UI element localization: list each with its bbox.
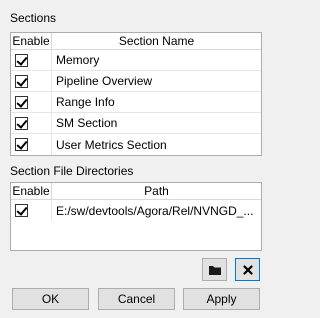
- table-row[interactable]: E:/sw/devtools/Agora/Rel/NVNGD_...: [11, 200, 261, 221]
- enable-checkbox-sm-section[interactable]: [15, 116, 28, 130]
- sections-table: Enable Section Name Memory Pipeline Over…: [10, 32, 262, 156]
- apply-button[interactable]: Apply: [183, 288, 260, 310]
- section-name: Memory: [56, 53, 100, 67]
- enable-column-header[interactable]: Enable: [11, 183, 52, 199]
- folder-icon: [208, 265, 221, 275]
- cancel-button[interactable]: Cancel: [98, 288, 175, 310]
- path-column-header[interactable]: Path: [52, 183, 261, 199]
- sections-label: Sections: [10, 11, 57, 25]
- browse-folder-button[interactable]: [202, 258, 227, 281]
- section-name: SM Section: [56, 116, 118, 130]
- enable-checkbox-range-info[interactable]: [15, 95, 28, 109]
- table-row[interactable]: Range Info: [11, 92, 261, 113]
- table-row[interactable]: User Metrics Section: [11, 134, 261, 155]
- enable-checkbox-pipeline-overview[interactable]: [15, 74, 28, 88]
- close-icon: [242, 264, 253, 275]
- sections-table-header: Enable Section Name: [11, 33, 261, 50]
- enable-checkbox-user-metrics[interactable]: [15, 138, 28, 151]
- table-row[interactable]: Memory: [11, 50, 261, 71]
- section-name: User Metrics Section: [56, 137, 167, 152]
- ok-button[interactable]: OK: [12, 288, 89, 310]
- enable-checkbox-directory[interactable]: [15, 204, 28, 217]
- table-row[interactable]: Pipeline Overview: [11, 71, 261, 92]
- table-row[interactable]: SM Section: [11, 113, 261, 134]
- section-name-column-header[interactable]: Section Name: [52, 33, 261, 49]
- directories-table-header: Enable Path: [11, 183, 261, 200]
- section-name: Range Info: [56, 95, 115, 109]
- section-file-directories-label: Section File Directories: [10, 164, 134, 178]
- directories-table: Enable Path E:/sw/devtools/Agora/Rel/NVN…: [10, 182, 262, 251]
- section-name: Pipeline Overview: [56, 74, 153, 88]
- directory-path: E:/sw/devtools/Agora/Rel/NVNGD_...: [56, 203, 254, 218]
- remove-directory-button[interactable]: [235, 258, 260, 281]
- enable-checkbox-memory[interactable]: [15, 53, 28, 67]
- enable-column-header[interactable]: Enable: [11, 33, 52, 49]
